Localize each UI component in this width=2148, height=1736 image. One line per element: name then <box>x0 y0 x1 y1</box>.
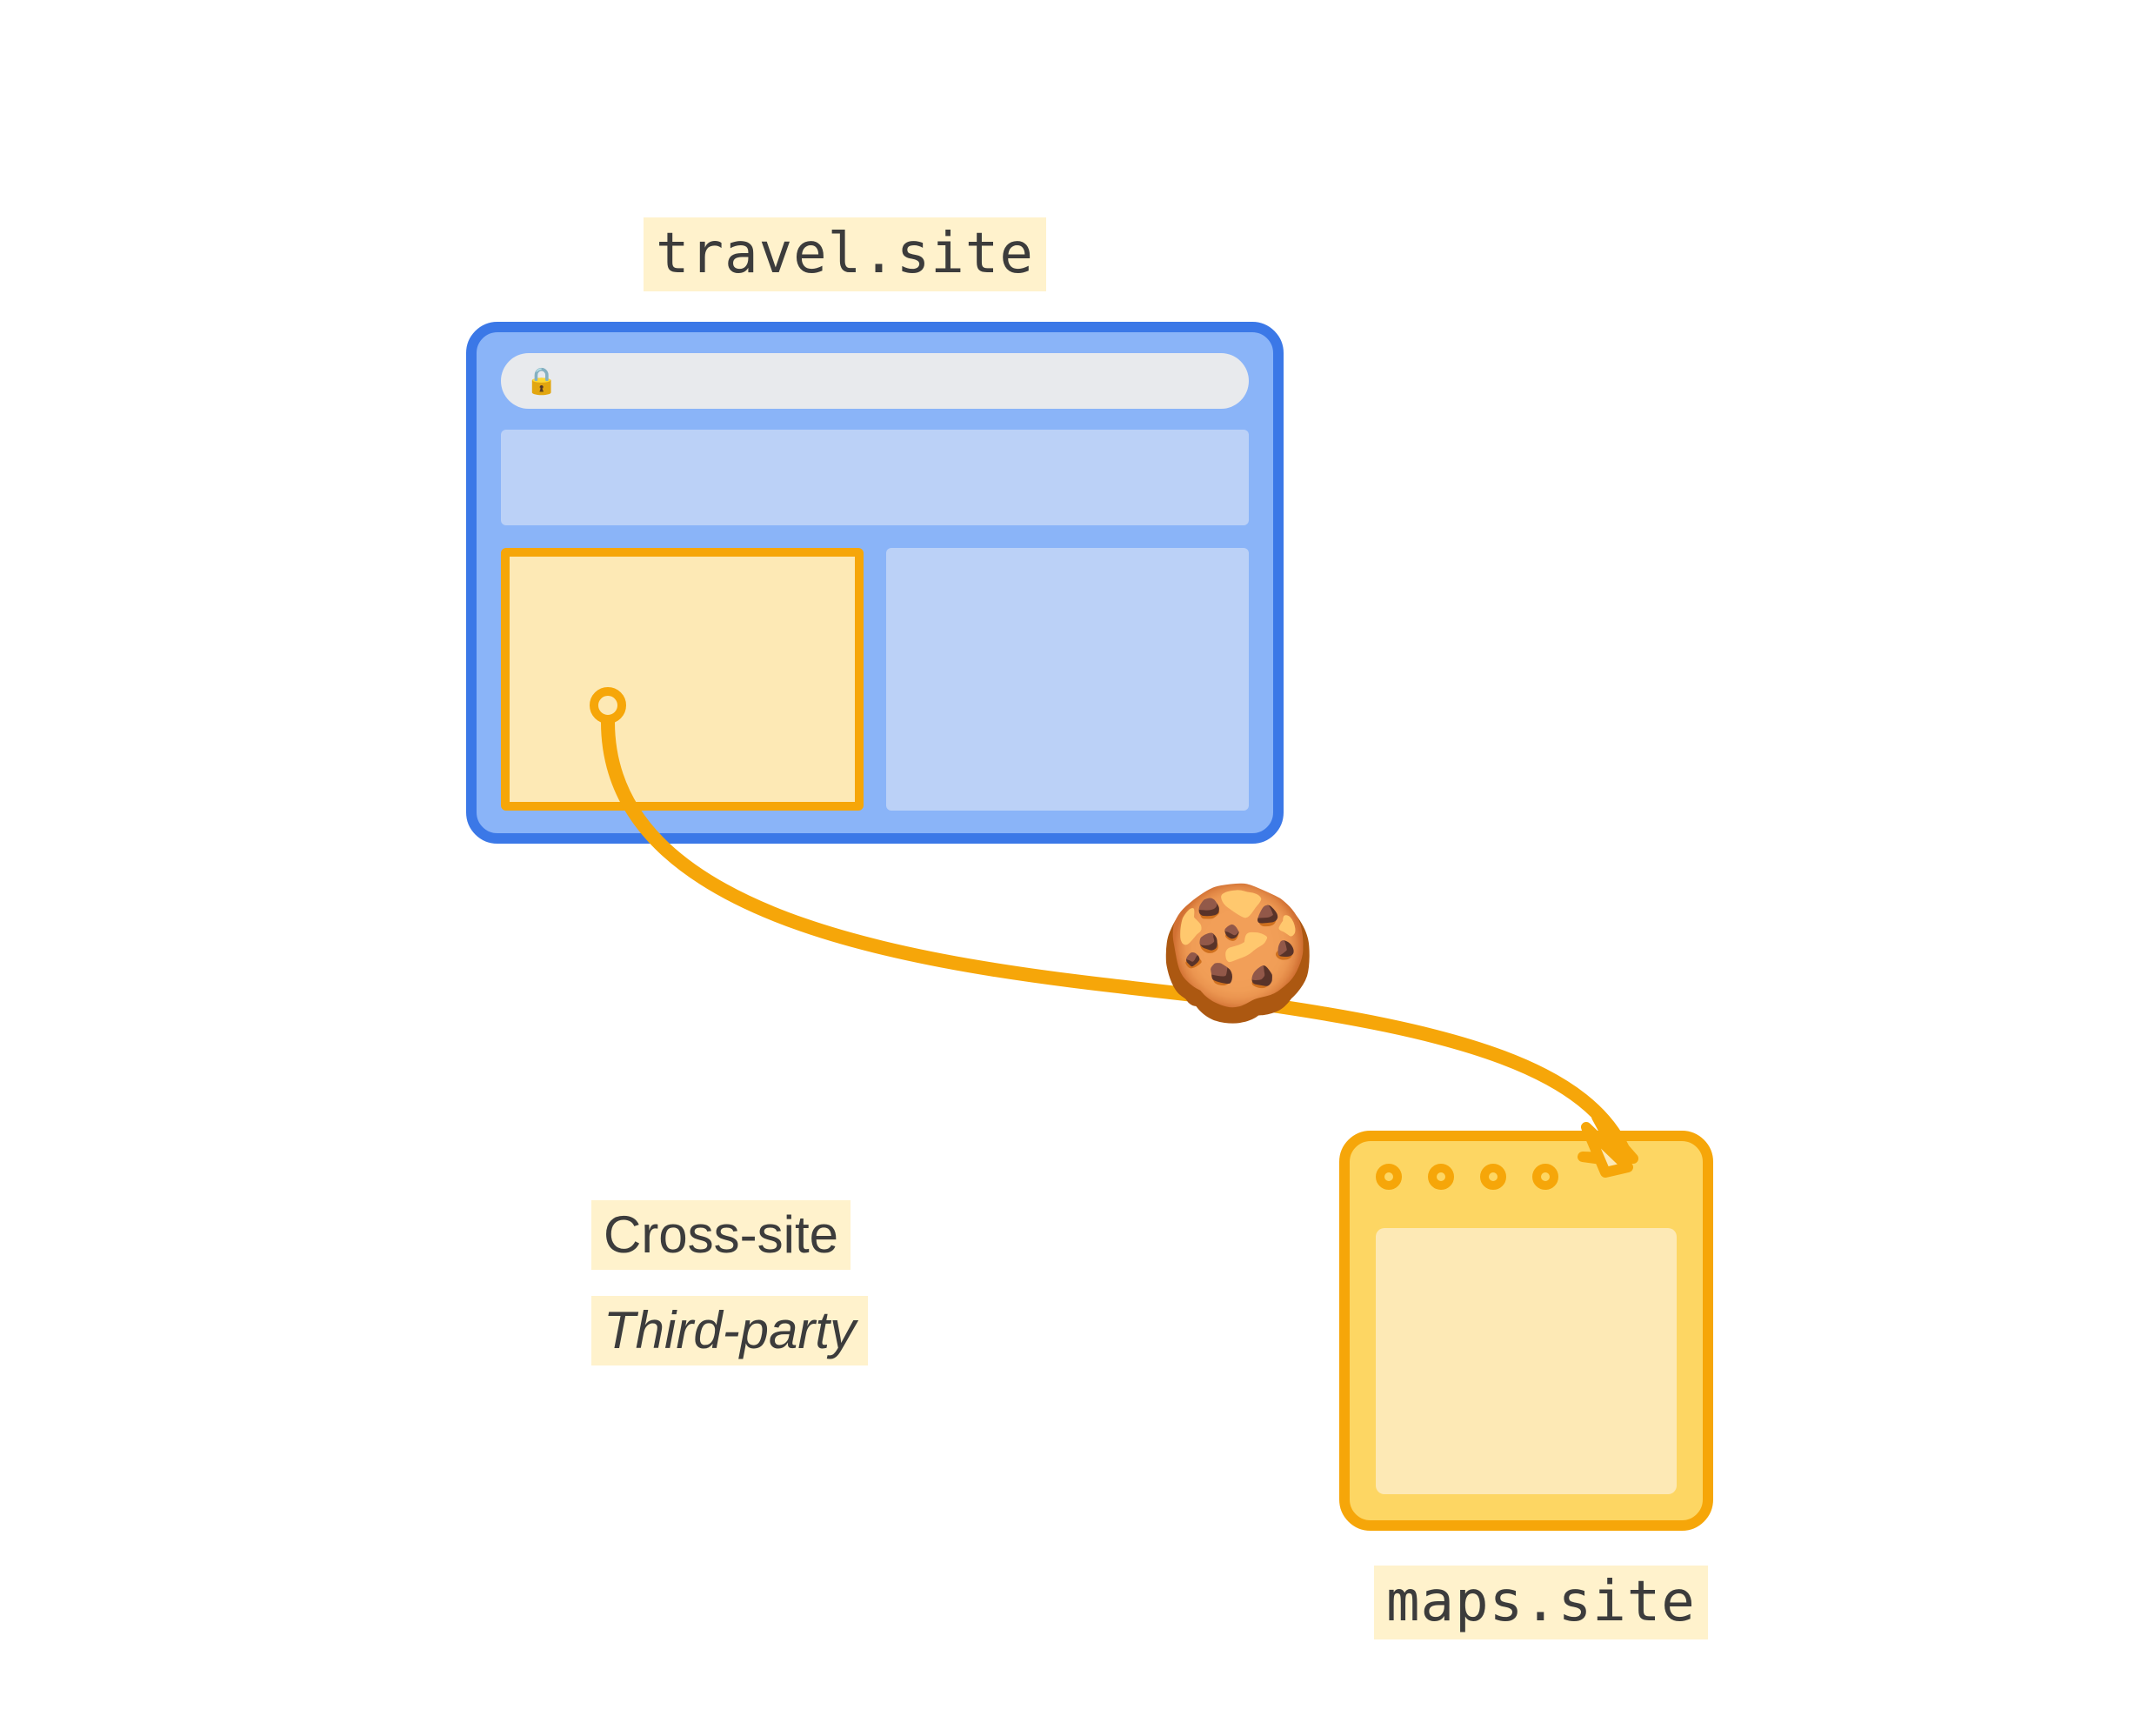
maps-site-label: maps.site <box>1374 1566 1708 1639</box>
browser-window: 🔒 <box>466 322 1284 844</box>
travel-site-label: travel.site <box>644 217 1046 291</box>
connection-origin-icon <box>590 687 626 724</box>
third-party-label: Third-party <box>591 1296 868 1365</box>
browser-right-panel <box>886 548 1249 811</box>
browser-header-panel <box>501 430 1249 525</box>
cross-site-label: Cross-site <box>591 1200 851 1270</box>
server-window <box>1339 1131 1713 1531</box>
window-dot-icon <box>1532 1164 1558 1190</box>
address-bar: 🔒 <box>501 353 1249 409</box>
server-body <box>1376 1228 1677 1494</box>
browser-body <box>501 430 1249 811</box>
server-titlebar-dots <box>1376 1164 1558 1190</box>
window-dot-icon <box>1428 1164 1454 1190</box>
embedded-frame <box>501 548 864 811</box>
window-dot-icon <box>1376 1164 1402 1190</box>
lock-icon: 🔒 <box>525 366 557 397</box>
arrow-path <box>0 0 2148 1736</box>
cookie-icon: 🍪 <box>1157 887 1319 1018</box>
window-dot-icon <box>1480 1164 1506 1190</box>
